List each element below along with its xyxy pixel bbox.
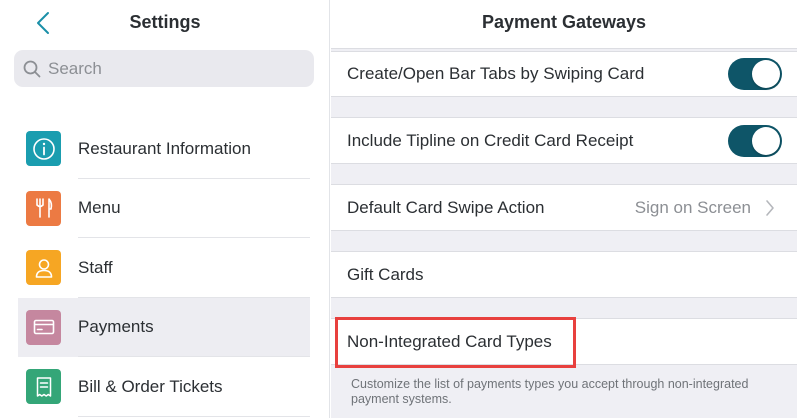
sidebar-item-label: Menu bbox=[78, 198, 121, 218]
sidebar-item-bill-order-tickets[interactable]: Bill & Order Tickets bbox=[18, 357, 310, 417]
search-bar[interactable] bbox=[14, 50, 314, 87]
panel-header: Payment Gateways bbox=[331, 0, 797, 49]
fork-knife-icon bbox=[26, 190, 61, 226]
payment-gateways-panel: Payment Gateways Create/Open Bar Tabs by… bbox=[331, 0, 797, 418]
settings-sidebar: Settings Restaurant Information bbox=[0, 0, 330, 418]
section-footer-note: Customize the list of payments types you… bbox=[351, 377, 749, 406]
default-card-swipe-action-row[interactable]: Default Card Swipe Action Sign on Screen bbox=[331, 184, 797, 231]
search-input[interactable] bbox=[48, 58, 298, 79]
row-label: Include Tipline on Credit Card Receipt bbox=[347, 130, 634, 150]
non-integrated-card-types-row[interactable]: Non-Integrated Card Types bbox=[331, 318, 797, 365]
gift-cards-row[interactable]: Gift Cards bbox=[331, 251, 797, 298]
toggle-knob bbox=[752, 60, 780, 88]
sidebar-item-restaurant-information[interactable]: Restaurant Information bbox=[18, 119, 310, 179]
info-icon bbox=[26, 131, 61, 167]
row-label: Create/Open Bar Tabs by Swiping Card bbox=[347, 64, 645, 83]
person-icon bbox=[26, 250, 61, 286]
row-value: Sign on Screen bbox=[634, 197, 751, 217]
sidebar-item-label: Bill & Order Tickets bbox=[78, 376, 223, 396]
chevron-right-icon bbox=[766, 199, 774, 216]
sidebar-item-staff[interactable]: Staff bbox=[18, 238, 310, 298]
sidebar-item-menu[interactable]: Menu bbox=[18, 179, 310, 238]
tipline-receipt-row: Include Tipline on Credit Card Receipt bbox=[331, 117, 797, 164]
row-label: Non-Integrated Card Types bbox=[347, 331, 552, 351]
divider bbox=[78, 415, 310, 417]
tipline-receipt-toggle[interactable] bbox=[728, 124, 782, 157]
search-icon bbox=[23, 60, 41, 77]
bar-tabs-swipe-row: Create/Open Bar Tabs by Swiping Card bbox=[331, 51, 797, 97]
sidebar-header: Settings bbox=[0, 0, 329, 46]
row-label: Gift Cards bbox=[347, 264, 424, 284]
bar-tabs-swipe-toggle[interactable] bbox=[728, 58, 782, 90]
sidebar-title: Settings bbox=[129, 12, 201, 32]
credit-card-icon bbox=[26, 309, 61, 345]
sidebar-item-label: Staff bbox=[78, 257, 113, 277]
sidebar-item-payments[interactable]: Payments bbox=[18, 297, 310, 357]
receipt-icon bbox=[26, 369, 61, 405]
toggle-knob bbox=[752, 126, 780, 155]
row-label: Default Card Swipe Action bbox=[347, 197, 545, 217]
settings-nav: Restaurant Information Menu Staff Paymen… bbox=[18, 119, 310, 417]
sidebar-item-label: Restaurant Information bbox=[78, 138, 251, 158]
sidebar-item-label: Payments bbox=[78, 317, 154, 337]
page-title: Payment Gateways bbox=[481, 12, 647, 32]
